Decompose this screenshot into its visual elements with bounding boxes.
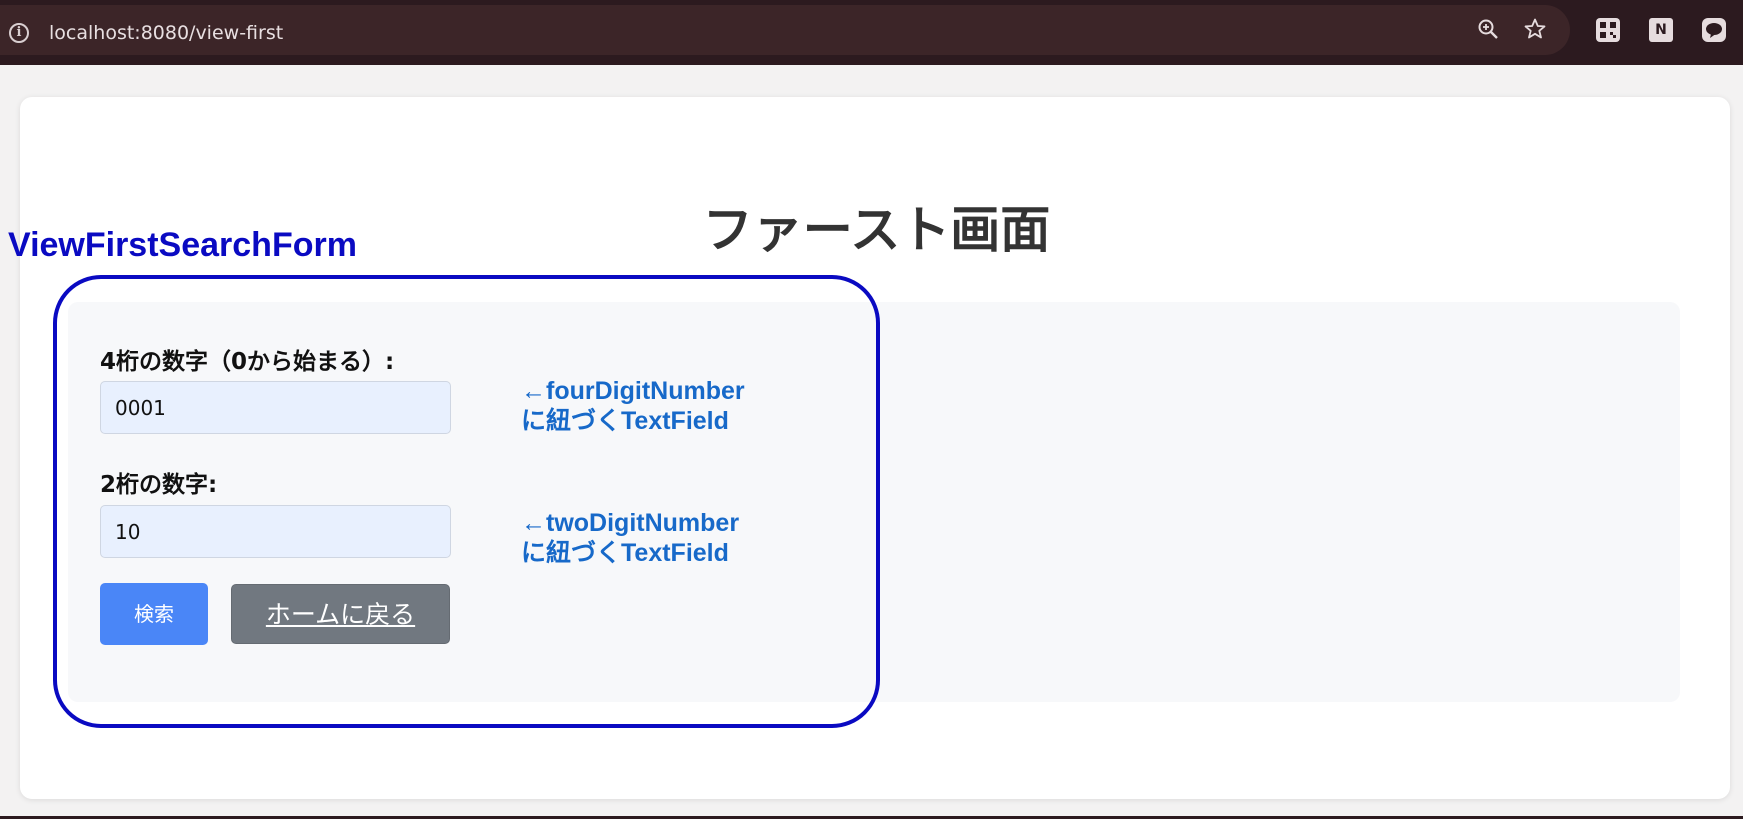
info-icon[interactable]: i (9, 23, 29, 43)
annotation-two-digit-line2: に紐づくTextField (521, 539, 729, 567)
url-text[interactable]: localhost:8080/view-first (49, 22, 283, 44)
qr-code-icon[interactable] (1596, 18, 1620, 42)
annotation-four-digit-line1: ←fourDigitNumber (521, 377, 745, 405)
browser-toolbar: i localhost:8080/view-first N (0, 0, 1743, 65)
star-icon[interactable] (1523, 17, 1547, 41)
annotation-two-digit: ←twoDigitNumber に紐づくTextField (521, 508, 739, 568)
annotation-four-digit: ←fourDigitNumber に紐づくTextField (521, 376, 745, 436)
annotation-two-digit-line1: ←twoDigitNumber (521, 509, 740, 537)
annotation-frame (53, 275, 880, 728)
notion-icon[interactable]: N (1649, 18, 1673, 42)
annotation-form-name: ViewFirstSearchForm (8, 226, 357, 264)
zoom-icon[interactable] (1476, 17, 1500, 41)
annotation-four-digit-line2: に紐づくTextField (521, 407, 729, 435)
address-bar[interactable]: i localhost:8080/view-first (0, 5, 1570, 55)
line-icon[interactable] (1702, 18, 1726, 42)
